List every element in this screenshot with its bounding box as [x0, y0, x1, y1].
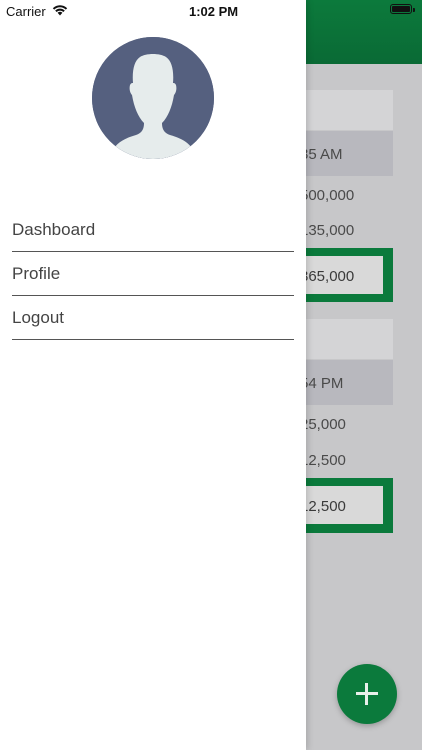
- card-amount: 12,500: [300, 452, 346, 469]
- menu-item-label: Profile: [12, 264, 61, 283]
- wifi-icon: [52, 4, 68, 19]
- menu-item-logout[interactable]: Logout: [12, 296, 294, 340]
- status-time: 1:02 PM: [189, 4, 239, 19]
- status-bar: Carrier 1:02 PM: [0, 0, 306, 22]
- card-time: 54 PM: [300, 375, 344, 392]
- menu-item-dashboard[interactable]: Dashboard: [12, 208, 294, 252]
- navigation-drawer: Carrier 1:02 PM Dashboard Profile Logout: [0, 0, 306, 750]
- battery-icon: [390, 4, 412, 14]
- card-amount: 135,000: [300, 222, 355, 239]
- avatar: [92, 37, 214, 159]
- menu-item-label: Dashboard: [12, 220, 96, 239]
- card-amount: 25,000: [300, 416, 346, 433]
- card-total: 365,000: [300, 268, 355, 285]
- drawer-menu: Dashboard Profile Logout: [12, 208, 294, 340]
- add-button[interactable]: [337, 664, 397, 724]
- card-time: 35 AM: [300, 146, 343, 163]
- battery-tip-icon: [413, 8, 415, 12]
- card-total: 12,500: [300, 498, 346, 515]
- user-silhouette-icon: [92, 37, 214, 159]
- menu-item-label: Logout: [12, 308, 64, 327]
- card-amount: 500,000: [300, 187, 355, 204]
- menu-item-profile[interactable]: Profile: [12, 252, 294, 296]
- carrier-label: Carrier: [6, 4, 46, 19]
